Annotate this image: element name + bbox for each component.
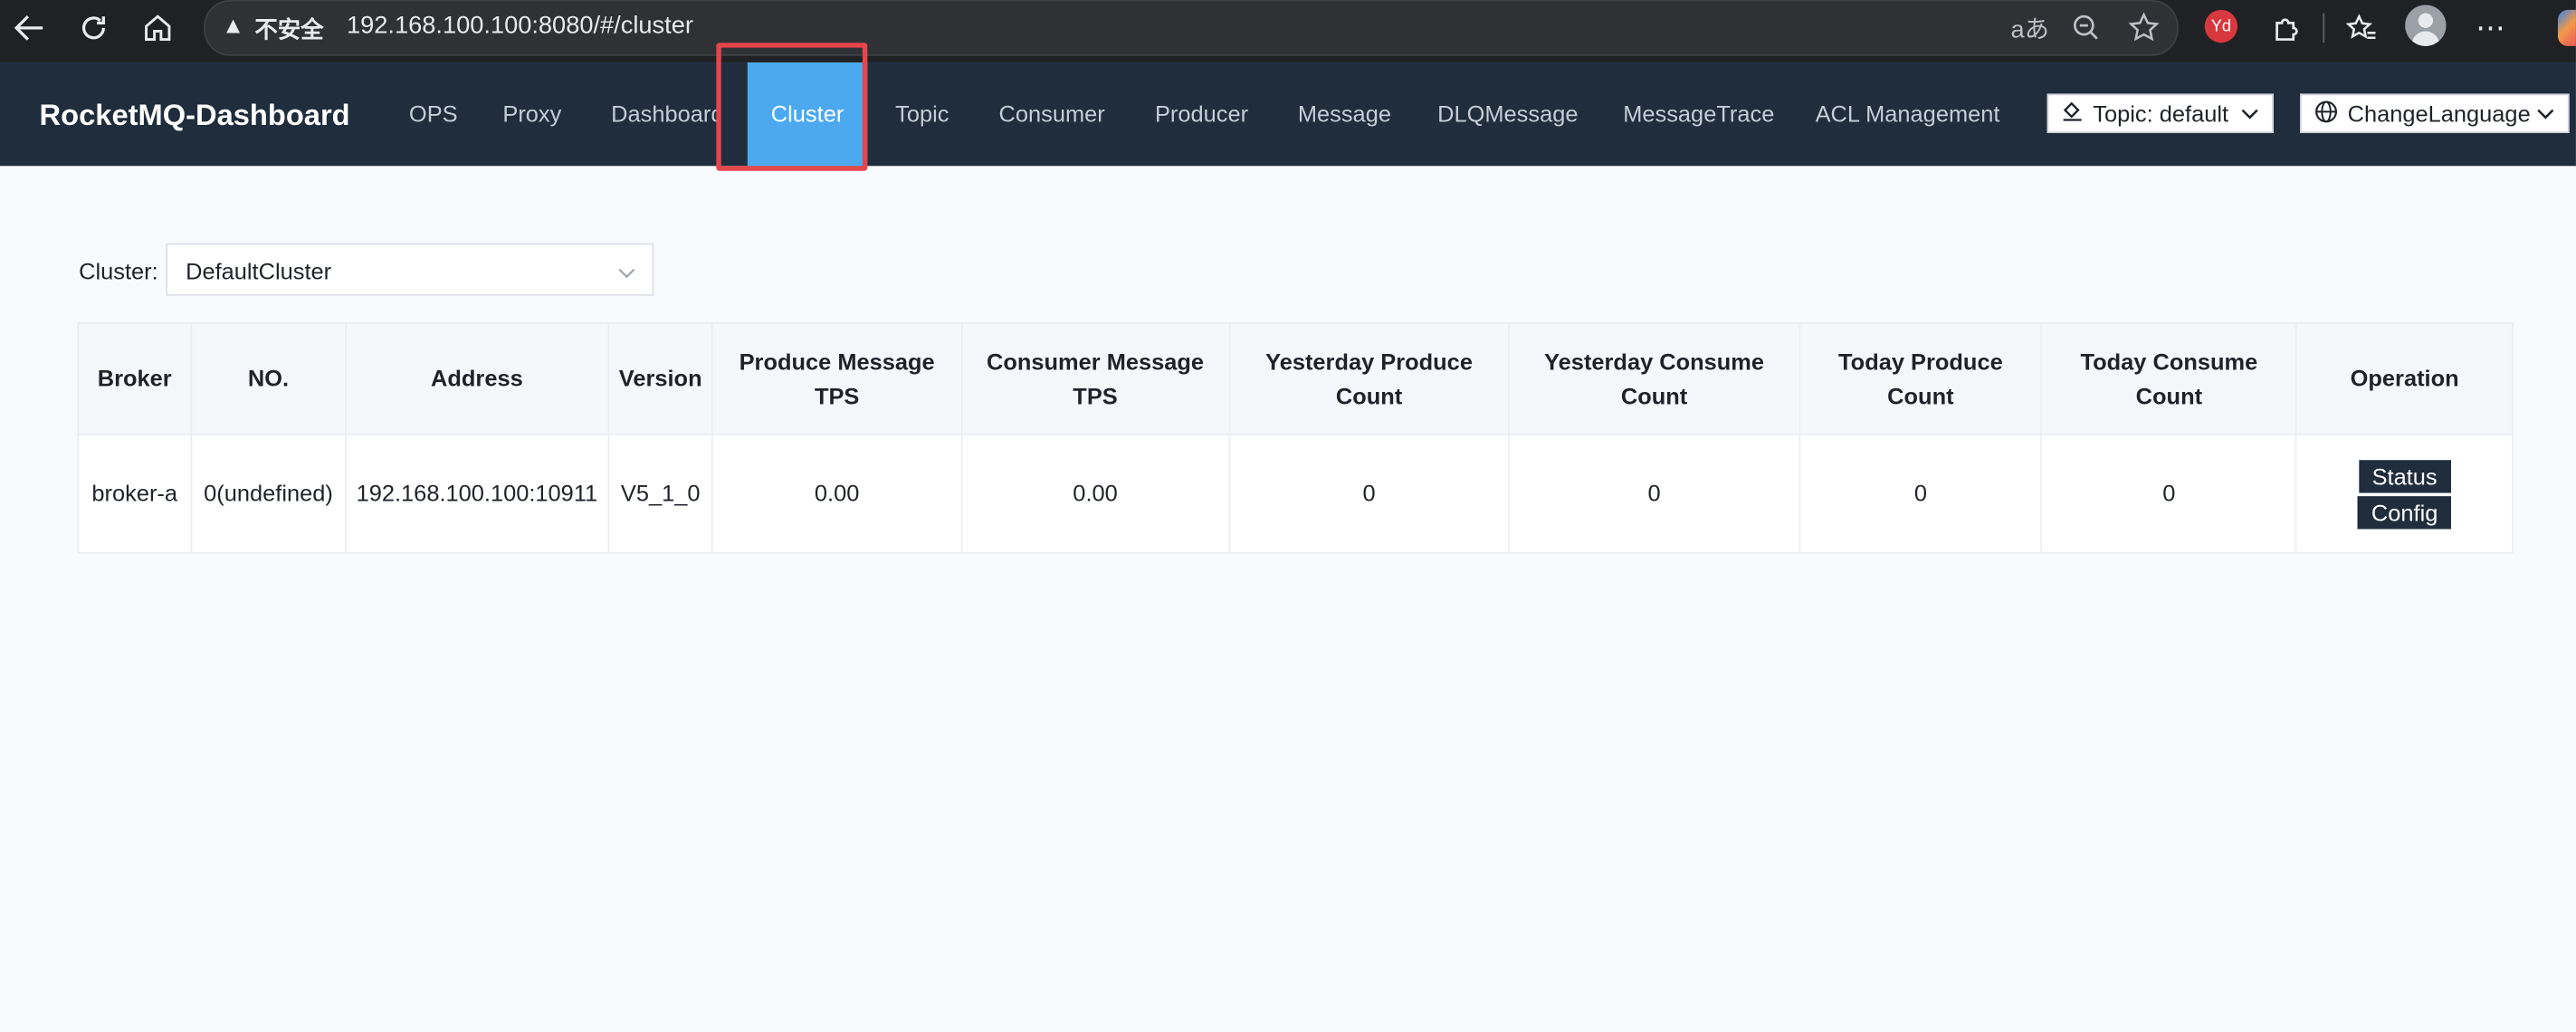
broker-cell: broker-a: [77, 434, 193, 554]
nav-item-messagetrace[interactable]: MessageTrace: [1623, 62, 1774, 166]
globe-icon: [2314, 100, 2338, 128]
nav-item-ops[interactable]: OPS: [409, 62, 458, 166]
favorite-star-icon[interactable]: [2121, 6, 2167, 49]
column-header-yesterday-produce: Yesterday Produce Count: [1228, 321, 1510, 435]
nav-item-consumer[interactable]: Consumer: [999, 62, 1105, 166]
warning-icon: ▲: [222, 11, 245, 38]
extension-yd-icon[interactable]: Yd: [2204, 9, 2238, 43]
column-header-broker: Broker: [77, 321, 193, 435]
column-header-operation: Operation: [2295, 321, 2514, 435]
address-cell: 192.168.100.100:10911: [344, 434, 609, 554]
column-header-version: Version: [607, 321, 714, 435]
chevron-down-icon: [617, 262, 635, 291]
cluster-filter-label: Cluster:: [79, 257, 158, 284]
column-header-today-consume: Today Consume Count: [2040, 321, 2298, 435]
copilot-icon[interactable]: [2557, 9, 2576, 46]
column-header-no: NO.: [190, 321, 347, 435]
config-button[interactable]: Config: [2358, 495, 2451, 529]
nav-item-proxy[interactable]: Proxy: [502, 62, 561, 166]
chevron-down-icon: [2241, 102, 2259, 129]
page: ▲ 不安全 192.168.100.100:8080/#/cluster aあ …: [0, 0, 2576, 1032]
nav-item-producer[interactable]: Producer: [1155, 62, 1248, 166]
table-header-row: Broker NO. Address Version Produce Messa…: [77, 321, 2514, 435]
no-cell: 0(undefined): [190, 434, 347, 554]
broker-table: Broker NO. Address Version Produce Messa…: [77, 321, 2514, 554]
browser-toolbar: ▲ 不安全 192.168.100.100:8080/#/cluster aあ …: [0, 0, 2576, 62]
extensions-puzzle-icon[interactable]: [2264, 6, 2310, 49]
language-select[interactable]: ChangeLanguage: [2300, 93, 2570, 134]
reload-icon[interactable]: [71, 6, 117, 49]
translate-icon[interactable]: aあ: [2011, 12, 2049, 46]
column-header-produce-tps: Produce Message TPS: [711, 321, 962, 435]
toolbar-separator: [2323, 13, 2325, 43]
column-header-today-produce: Today Produce Count: [1798, 321, 2043, 435]
nav-item-message[interactable]: Message: [1298, 62, 1391, 166]
cluster-select[interactable]: DefaultCluster: [166, 243, 654, 296]
nav-item-dlqmessage[interactable]: DLQMessage: [1437, 62, 1578, 166]
app-title[interactable]: RocketMQ-Dashboard: [40, 99, 350, 133]
nav-item-acl-management[interactable]: ACL Management: [1816, 62, 2000, 166]
chevron-down-icon: [2536, 102, 2554, 129]
cluster-select-value: DefaultCluster: [186, 257, 332, 284]
nav-item-dashboard[interactable]: Dashboard: [611, 62, 720, 166]
version-cell: V5_1_0: [607, 434, 714, 554]
more-menu-icon[interactable]: ⋯: [2467, 6, 2514, 49]
language-value: ChangeLanguage: [2347, 100, 2531, 127]
status-button[interactable]: Status: [2359, 459, 2451, 492]
address-bar[interactable]: ▲ 不安全 192.168.100.100:8080/#/cluster: [204, 0, 2179, 56]
consume-tps-cell: 0.00: [960, 434, 1231, 554]
topic-theme-select[interactable]: Topic: default: [2046, 93, 2274, 134]
nav-item-topic[interactable]: Topic: [895, 62, 949, 166]
column-header-address: Address: [344, 321, 609, 435]
yesterday-produce-cell: 0: [1228, 434, 1510, 554]
column-header-consume-tps: Consumer Message TPS: [960, 321, 1231, 435]
profile-avatar[interactable]: [2405, 5, 2447, 46]
nav-item-cluster[interactable]: Cluster: [747, 62, 868, 167]
today-consume-cell: 0: [2040, 434, 2298, 554]
table-row: broker-a 0(undefined) 192.168.100.100:10…: [77, 434, 2514, 554]
operation-cell: Status Config: [2295, 434, 2514, 554]
zoom-out-icon[interactable]: [2064, 6, 2110, 49]
security-label: 不安全: [254, 16, 324, 43]
paint-bucket-icon: [2062, 100, 2084, 127]
column-header-yesterday-consume: Yesterday Consume Count: [1508, 321, 1801, 435]
url-text[interactable]: 192.168.100.100:8080/#/cluster: [347, 12, 693, 40]
produce-tps-cell: 0.00: [711, 434, 962, 554]
topic-theme-value: Topic: default: [2093, 100, 2229, 127]
yesterday-consume-cell: 0: [1508, 434, 1801, 554]
favorites-icon[interactable]: [2338, 6, 2384, 49]
back-arrow-icon[interactable]: [6, 6, 52, 49]
today-produce-cell: 0: [1798, 434, 2043, 554]
home-icon[interactable]: [135, 6, 181, 49]
